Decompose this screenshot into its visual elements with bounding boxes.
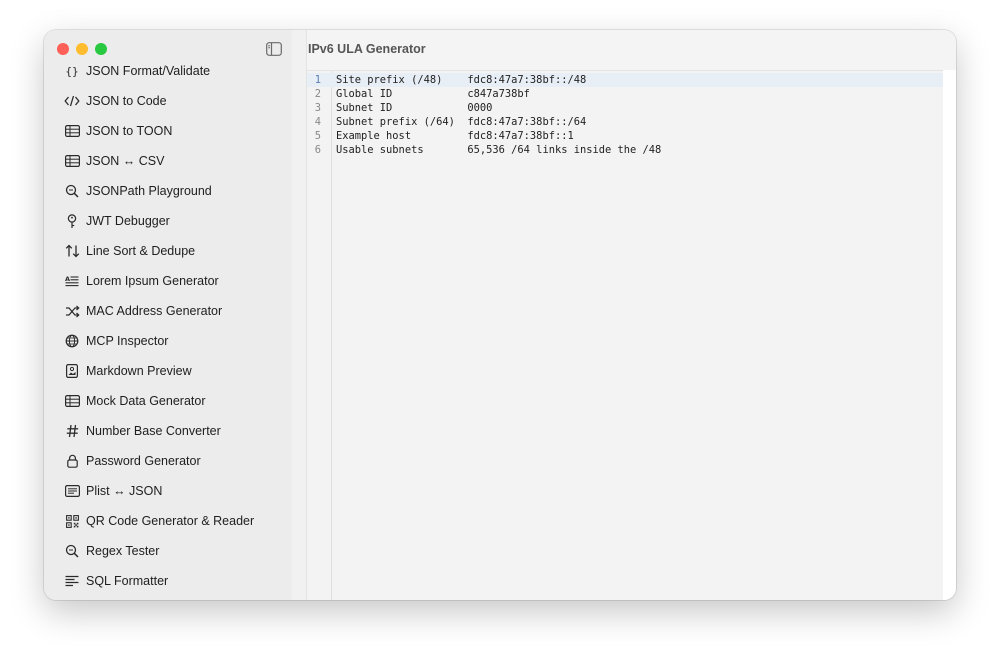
- close-button[interactable]: [57, 43, 69, 55]
- sidebar-item-lorem-ipsum[interactable]: A Lorem Ipsum Generator: [44, 266, 292, 296]
- sidebar-item-jwt-debugger[interactable]: JWT Debugger: [44, 206, 292, 236]
- line-number: 5: [314, 130, 321, 142]
- sidebar-item-regex-tester[interactable]: Regex Tester: [44, 536, 292, 566]
- sidebar-item-label: MCP Inspector: [86, 334, 169, 348]
- sidebar-item-label: JSON Format/Validate: [86, 64, 211, 78]
- line-number: 6: [314, 144, 321, 156]
- svg-text:{}: {}: [65, 65, 78, 78]
- sidebar-toggle-icon[interactable]: [266, 42, 282, 56]
- sidebar-item-label: Line Sort & Dedupe: [86, 244, 196, 258]
- sidebar-item-markdown-preview[interactable]: Markdown Preview: [44, 356, 292, 386]
- sidebar-item-label: Markdown Preview: [86, 364, 192, 378]
- sidebar-item-label: JSONPath Playground: [86, 184, 212, 198]
- sidebar-item-label: MAC Address Generator: [86, 304, 223, 318]
- sidebar-item-label: SQL Formatter: [86, 574, 169, 588]
- sidebar-item-line-sort[interactable]: Line Sort & Dedupe: [44, 236, 292, 266]
- sidebar-item-json-format[interactable]: {} JSON Format/Validate: [44, 56, 292, 86]
- line-number: 1: [314, 74, 321, 86]
- sidebar-item-jsonpath-playground[interactable]: JSONPath Playground: [44, 176, 292, 206]
- text-align-icon: [63, 573, 81, 589]
- list-box-icon: [63, 483, 81, 499]
- line-text: Subnet prefix (/64) fdc8:47a7:38bf::/64: [336, 116, 587, 128]
- line-text: Subnet ID 0000: [336, 102, 493, 114]
- line-number: 2: [314, 88, 321, 100]
- sidebar-item-plist-json[interactable]: Plist ↔ JSON: [44, 476, 292, 506]
- sidebar-item-label: JSON ↔ CSV: [86, 154, 165, 168]
- app-window: {} JSON Format/Validate JSON to Code JSO…: [44, 30, 956, 600]
- code-line[interactable]: 6 Usable subnets 65,536 /64 links inside…: [307, 143, 943, 157]
- zoom-button[interactable]: [95, 43, 107, 55]
- lock-icon: [63, 453, 81, 469]
- globe-icon: [63, 333, 81, 349]
- braces-icon: {}: [63, 63, 81, 79]
- sidebar-item-json-to-toon[interactable]: JSON to TOON: [44, 116, 292, 146]
- sidebar-item-label: Number Base Converter: [86, 424, 221, 438]
- table-icon: [63, 123, 81, 139]
- line-text: Usable subnets 65,536 /64 links inside t…: [336, 144, 662, 156]
- sidebar-item-label: JWT Debugger: [86, 214, 170, 228]
- table-icon: [63, 153, 81, 169]
- page-title: IPv6 ULA Generator: [308, 42, 426, 56]
- code-icon: [63, 93, 81, 109]
- sidebar: {} JSON Format/Validate JSON to Code JSO…: [44, 30, 292, 600]
- table-icon: [63, 393, 81, 409]
- line-number: 4: [314, 116, 321, 128]
- sidebar-item-label: JSON to Code: [86, 94, 167, 108]
- sidebar-item-label: Regex Tester: [86, 544, 160, 558]
- qr-code-icon: [63, 513, 81, 529]
- line-text: Example host fdc8:47a7:38bf::1: [336, 130, 574, 142]
- code-line[interactable]: 3 Subnet ID 0000: [307, 101, 943, 115]
- minimize-button[interactable]: [76, 43, 88, 55]
- code-line[interactable]: 1 Site prefix (/48) fdc8:47a7:38bf::/48: [307, 73, 943, 87]
- sidebar-item-password-generator[interactable]: Password Generator: [44, 446, 292, 476]
- sidebar-item-label: Lorem Ipsum Generator: [86, 274, 219, 288]
- sidebar-item-mac-address[interactable]: MAC Address Generator: [44, 296, 292, 326]
- sidebar-item-json-to-code[interactable]: JSON to Code: [44, 86, 292, 116]
- line-text: Site prefix (/48) fdc8:47a7:38bf::/48: [336, 74, 587, 86]
- key-icon: [63, 213, 81, 229]
- shuffle-icon: [63, 303, 81, 319]
- vertical-scrollbar[interactable]: [943, 70, 956, 600]
- magnifier-icon: [63, 183, 81, 199]
- hash-icon: [63, 423, 81, 439]
- sidebar-item-label: JSON to TOON: [86, 124, 173, 138]
- magnifier-icon: [63, 543, 81, 559]
- svg-text:A: A: [65, 275, 70, 283]
- sidebar-item-label: Mock Data Generator: [86, 394, 206, 408]
- line-number: 3: [314, 102, 321, 114]
- sidebar-item-qr-code[interactable]: QR Code Generator & Reader: [44, 506, 292, 536]
- output-editor[interactable]: 1 Site prefix (/48) fdc8:47a7:38bf::/48 …: [307, 70, 943, 600]
- sidebar-item-label: QR Code Generator & Reader: [86, 514, 255, 528]
- code-line[interactable]: 2 Global ID c847a738bf: [307, 87, 943, 101]
- code-line[interactable]: 4 Subnet prefix (/64) fdc8:47a7:38bf::/6…: [307, 115, 943, 129]
- main-pane: IPv6 ULA Generator 1 Site prefix (/48) f…: [307, 30, 956, 600]
- sidebar-item-number-base[interactable]: Number Base Converter: [44, 416, 292, 446]
- sidebar-item-sql-formatter[interactable]: SQL Formatter: [44, 566, 292, 596]
- sidebar-item-label: Password Generator: [86, 454, 201, 468]
- document-image-icon: [63, 363, 81, 379]
- sidebar-item-json-csv[interactable]: JSON ↔ CSV: [44, 146, 292, 176]
- sidebar-item-mock-data[interactable]: Mock Data Generator: [44, 386, 292, 416]
- sidebar-divider[interactable]: [292, 30, 307, 600]
- line-text: Global ID c847a738bf: [336, 88, 530, 100]
- sidebar-item-mcp-inspector[interactable]: MCP Inspector: [44, 326, 292, 356]
- code-line[interactable]: 5 Example host fdc8:47a7:38bf::1: [307, 129, 943, 143]
- sidebar-item-label: Plist ↔ JSON: [86, 484, 163, 498]
- text-lines-icon: A: [63, 273, 81, 289]
- sort-arrows-icon: [63, 243, 81, 259]
